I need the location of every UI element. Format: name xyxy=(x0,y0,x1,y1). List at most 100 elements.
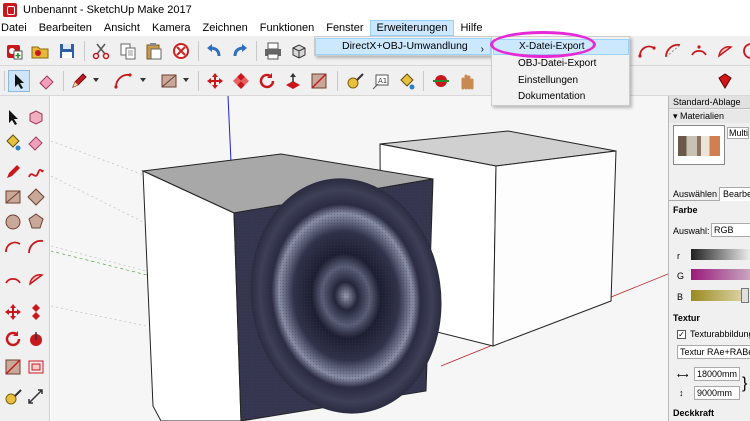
menu-item-obj-export[interactable]: OBJ-Datei-Export xyxy=(493,56,629,72)
paint-bucket-icon[interactable] xyxy=(396,70,418,92)
pie-tool-icon[interactable] xyxy=(714,40,736,62)
follow-me-icon[interactable] xyxy=(282,70,304,92)
menu-bearbeiten[interactable]: Bearbeiten xyxy=(33,20,98,36)
collapse-triangle-icon: ▾ xyxy=(673,111,681,121)
tape-measure-icon[interactable] xyxy=(2,386,24,408)
color-picker-select[interactable]: RGB xyxy=(711,223,750,237)
arc-draw-icon[interactable] xyxy=(112,70,134,92)
make-component-icon[interactable] xyxy=(25,106,47,128)
eraser-tool-icon[interactable] xyxy=(36,70,58,92)
menu-datei[interactable]: Datei xyxy=(0,20,33,36)
material-name-field[interactable]: Multi xyxy=(727,127,749,139)
picker-label: Auswahl: xyxy=(673,226,710,236)
two-point-arc-icon[interactable] xyxy=(662,40,684,62)
eraser-tool-icon[interactable] xyxy=(25,131,47,153)
green-channel-slider[interactable] xyxy=(691,269,750,280)
speaker-cube[interactable] xyxy=(141,153,456,421)
push-pull-icon[interactable] xyxy=(230,70,252,92)
circle-tool-icon[interactable] xyxy=(738,40,750,62)
tab-bearbeiten[interactable]: Bearbe xyxy=(719,187,750,201)
menu-funktionen[interactable]: Funktionen xyxy=(254,20,320,36)
save-icon[interactable] xyxy=(56,40,78,62)
pan-hand-icon[interactable] xyxy=(456,70,478,92)
height-arrow-icon: ↕ xyxy=(679,388,684,398)
erase-icon[interactable] xyxy=(170,40,192,62)
push-pull-icon[interactable] xyxy=(25,301,47,323)
extensions-menu: DirectX+OBJ-Umwandlung › xyxy=(314,36,492,56)
redo-icon[interactable] xyxy=(229,40,251,62)
dimension-text-icon[interactable]: A1 xyxy=(370,70,392,92)
freehand-icon[interactable] xyxy=(25,161,47,183)
scale-tool-icon[interactable] xyxy=(2,356,24,378)
menu-item-directx-obj[interactable]: DirectX+OBJ-Umwandlung › xyxy=(315,38,491,55)
open-folder-icon[interactable] xyxy=(29,40,51,62)
new-file-icon[interactable] xyxy=(3,40,25,62)
highlight-annotation-ellipse xyxy=(490,31,596,58)
blue-channel-slider[interactable] xyxy=(691,290,741,301)
print-icon[interactable] xyxy=(262,40,284,62)
menu-hilfe[interactable]: Hilfe xyxy=(454,20,488,36)
texture-checkbox[interactable]: ✓ xyxy=(677,330,686,339)
menu-fenster[interactable]: Fenster xyxy=(320,20,369,36)
copy-icon[interactable] xyxy=(117,40,139,62)
orbit-tool-icon[interactable] xyxy=(430,70,452,92)
rectangle-tool-icon[interactable] xyxy=(158,70,180,92)
tape-measure-icon[interactable] xyxy=(344,70,366,92)
cut-icon[interactable] xyxy=(90,40,112,62)
arc-tool-icon[interactable] xyxy=(2,236,24,258)
three-point-arc-icon[interactable] xyxy=(2,268,24,290)
rotate-tool-icon[interactable] xyxy=(256,70,278,92)
texture-file-field[interactable]: Textur RAe+RABe xyxy=(677,345,750,359)
model-scene xyxy=(51,96,668,421)
select-arrow-icon[interactable] xyxy=(8,70,30,92)
rotate-tool-icon[interactable] xyxy=(2,328,24,350)
texture-height-field[interactable]: 9000mm xyxy=(694,386,740,400)
slider-thumb[interactable] xyxy=(741,288,749,303)
extension-gem-icon[interactable] xyxy=(714,70,736,92)
select-arrow-icon[interactable] xyxy=(2,106,24,128)
window-title: Unbenannt - SketchUp Make 2017 xyxy=(23,4,192,16)
pie-tool-icon[interactable] xyxy=(25,268,47,290)
three-point-arc-icon[interactable] xyxy=(688,40,710,62)
menu-zeichnen[interactable]: Zeichnen xyxy=(197,20,254,36)
two-point-arc-icon[interactable] xyxy=(25,236,47,258)
dimension-tool-icon[interactable] xyxy=(25,386,47,408)
materials-label: Materialien xyxy=(680,111,725,121)
drawing-toolbar: A1 xyxy=(0,66,750,96)
drawing-viewport[interactable] xyxy=(51,96,668,421)
undo-icon[interactable] xyxy=(203,40,225,62)
rotated-rectangle-icon[interactable] xyxy=(25,186,47,208)
menu-kamera[interactable]: Kamera xyxy=(146,20,197,36)
polygon-tool-icon[interactable] xyxy=(25,211,47,233)
material-thumbnail[interactable] xyxy=(673,125,725,165)
move-tool-icon[interactable] xyxy=(204,70,226,92)
circle-tool-icon[interactable] xyxy=(2,211,24,233)
channel-b-label: B xyxy=(677,292,684,302)
menu-ansicht[interactable]: Ansicht xyxy=(98,20,146,36)
pencil-line-icon[interactable] xyxy=(2,161,24,183)
offset-tool-icon[interactable] xyxy=(25,356,47,378)
sketchup-app-icon xyxy=(3,3,17,17)
menu-bar: Datei Bearbeiten Ansicht Kamera Zeichnen… xyxy=(0,20,750,36)
paste-icon[interactable] xyxy=(143,40,165,62)
menu-item-documentation[interactable]: Dokumentation xyxy=(493,89,629,105)
rectangle-tool-icon[interactable] xyxy=(2,186,24,208)
lock-aspect-brace-icon[interactable]: } xyxy=(742,370,747,398)
texture-width-field[interactable]: 18000mm xyxy=(694,367,740,381)
menu-item-settings[interactable]: Einstellungen xyxy=(493,73,629,89)
arc-tool-icon[interactable] xyxy=(636,40,658,62)
tray-title: Standard-Ablage xyxy=(669,96,750,109)
scale-tool-icon[interactable] xyxy=(308,70,330,92)
large-tool-set xyxy=(0,96,50,421)
follow-me-icon[interactable] xyxy=(25,328,47,350)
pencil-line-icon[interactable] xyxy=(68,70,90,92)
materials-section-header[interactable]: ▾ Materialien xyxy=(669,110,750,123)
channel-r-label: r xyxy=(677,251,680,261)
tab-auswaehlen[interactable]: Auswählen xyxy=(673,189,717,199)
menu-erweiterungen[interactable]: Erweiterungen xyxy=(369,20,455,36)
red-channel-slider[interactable] xyxy=(691,249,750,260)
move-tool-icon[interactable] xyxy=(2,301,24,323)
model-info-icon[interactable] xyxy=(288,40,310,62)
material-tabs: Auswählen Bearbe xyxy=(669,187,750,201)
paint-bucket-icon[interactable] xyxy=(2,131,24,153)
